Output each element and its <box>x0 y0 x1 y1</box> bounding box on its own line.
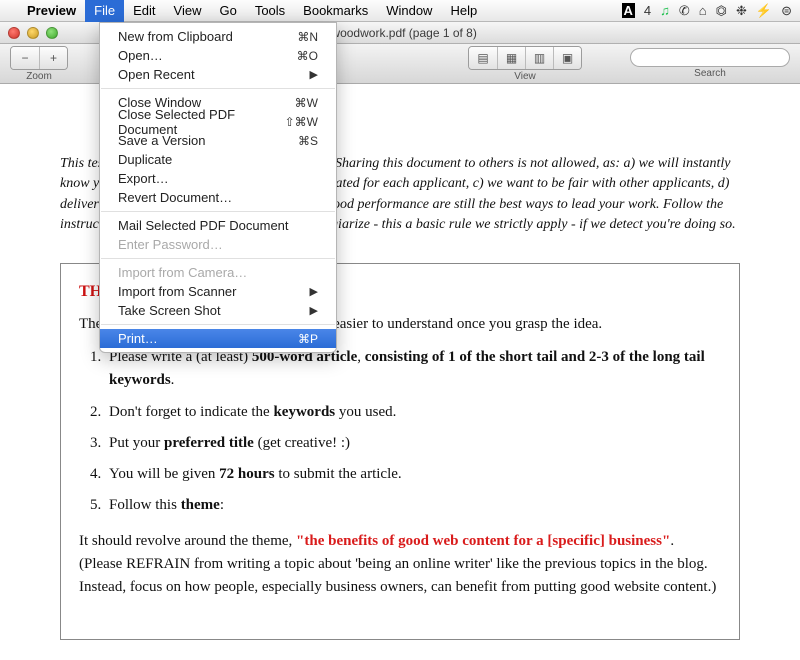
minimize-button[interactable] <box>27 27 39 39</box>
zoom-group: − + Zoom <box>10 46 68 82</box>
window-title-text: woodwork.pdf (page 1 of 8) <box>331 26 476 40</box>
location-icon[interactable]: ⌂ <box>699 3 707 18</box>
sync-icon[interactable]: ⏣ <box>716 3 727 19</box>
menu-item-import-from-camera: Import from Camera… <box>100 263 336 282</box>
submenu-arrow-icon: ▶ <box>310 68 318 81</box>
theme-paragraph: It should revolve around the theme, "the… <box>79 530 721 600</box>
battery-icon[interactable]: ⚡ <box>756 3 772 19</box>
list-item: You will be given 72 hours to submit the… <box>105 463 721 486</box>
menu-item-print[interactable]: Print…⌘P <box>100 329 336 348</box>
menu-item-duplicate[interactable]: Duplicate <box>100 150 336 169</box>
bluetooth-icon[interactable]: ❉ <box>736 3 747 19</box>
menu-help[interactable]: Help <box>441 0 486 22</box>
zoom-button[interactable] <box>46 27 58 39</box>
view-mode-sheet[interactable]: ▣ <box>553 47 581 69</box>
file-menu-dropdown: New from Clipboard⌘NOpen…⌘OOpen Recent▶ C… <box>99 22 337 353</box>
zoom-label: Zoom <box>26 71 52 82</box>
status-number[interactable]: 4 <box>644 3 651 18</box>
menu-item-export[interactable]: Export… <box>100 169 336 188</box>
wifi-icon[interactable]: ⊜ <box>781 3 792 19</box>
system-menubar: Preview File Edit View Go Tools Bookmark… <box>0 0 800 22</box>
view-group: ▤ ▦ ▥ ▣ View <box>468 46 582 82</box>
menu-item-open[interactable]: Open…⌘O <box>100 46 336 65</box>
menu-tools[interactable]: Tools <box>246 0 294 22</box>
list-item: Please write a (at least) 500-word artic… <box>105 346 721 393</box>
submenu-arrow-icon: ▶ <box>310 304 318 317</box>
menu-item-import-from-scanner[interactable]: Import from Scanner▶ <box>100 282 336 301</box>
zoom-in-button[interactable]: + <box>39 47 67 69</box>
zoom-out-button[interactable]: − <box>11 47 39 69</box>
search-group: 🔍 Search <box>630 48 790 79</box>
search-input[interactable] <box>630 48 790 67</box>
menu-bookmarks[interactable]: Bookmarks <box>294 0 377 22</box>
menubar-status-area: A 4 ♫ ✆ ⌂ ⏣ ❉ ⚡ ⊜ <box>622 3 793 19</box>
menu-go[interactable]: Go <box>210 0 245 22</box>
search-label: Search <box>694 68 726 79</box>
view-mode-thumbs[interactable]: ▦ <box>497 47 525 69</box>
menu-item-enter-password: Enter Password… <box>100 235 336 254</box>
menu-file[interactable]: File <box>85 0 124 22</box>
list-item: Don't forget to indicate the keywords yo… <box>105 401 721 424</box>
submenu-arrow-icon: ▶ <box>310 285 318 298</box>
instruction-list: Please write a (at least) 500-word artic… <box>79 346 721 518</box>
menu-item-close-selected-pdf-document[interactable]: Close Selected PDF Document⇧⌘W <box>100 112 336 131</box>
menu-item-open-recent[interactable]: Open Recent▶ <box>100 65 336 84</box>
menu-edit[interactable]: Edit <box>124 0 164 22</box>
app-name[interactable]: Preview <box>18 0 85 22</box>
phone-icon[interactable]: ✆ <box>679 3 690 19</box>
adobe-icon[interactable]: A <box>622 3 635 18</box>
menu-view[interactable]: View <box>165 0 211 22</box>
menu-item-revert-document[interactable]: Revert Document… <box>100 188 336 207</box>
view-mode-content[interactable]: ▤ <box>469 47 497 69</box>
list-item: Follow this theme: <box>105 494 721 517</box>
menu-item-new-from-clipboard[interactable]: New from Clipboard⌘N <box>100 27 336 46</box>
list-item: Put your preferred title (get creative! … <box>105 432 721 455</box>
view-label: View <box>514 71 536 82</box>
menu-item-mail-selected-pdf-document[interactable]: Mail Selected PDF Document <box>100 216 336 235</box>
close-button[interactable] <box>8 27 20 39</box>
menu-window[interactable]: Window <box>377 0 441 22</box>
theme-quote: "the benefits of good web content for a … <box>296 533 670 549</box>
window-controls <box>8 27 58 39</box>
menu-item-take-screen-shot[interactable]: Take Screen Shot▶ <box>100 301 336 320</box>
itunes-icon[interactable]: ♫ <box>660 3 670 18</box>
view-mode-page[interactable]: ▥ <box>525 47 553 69</box>
